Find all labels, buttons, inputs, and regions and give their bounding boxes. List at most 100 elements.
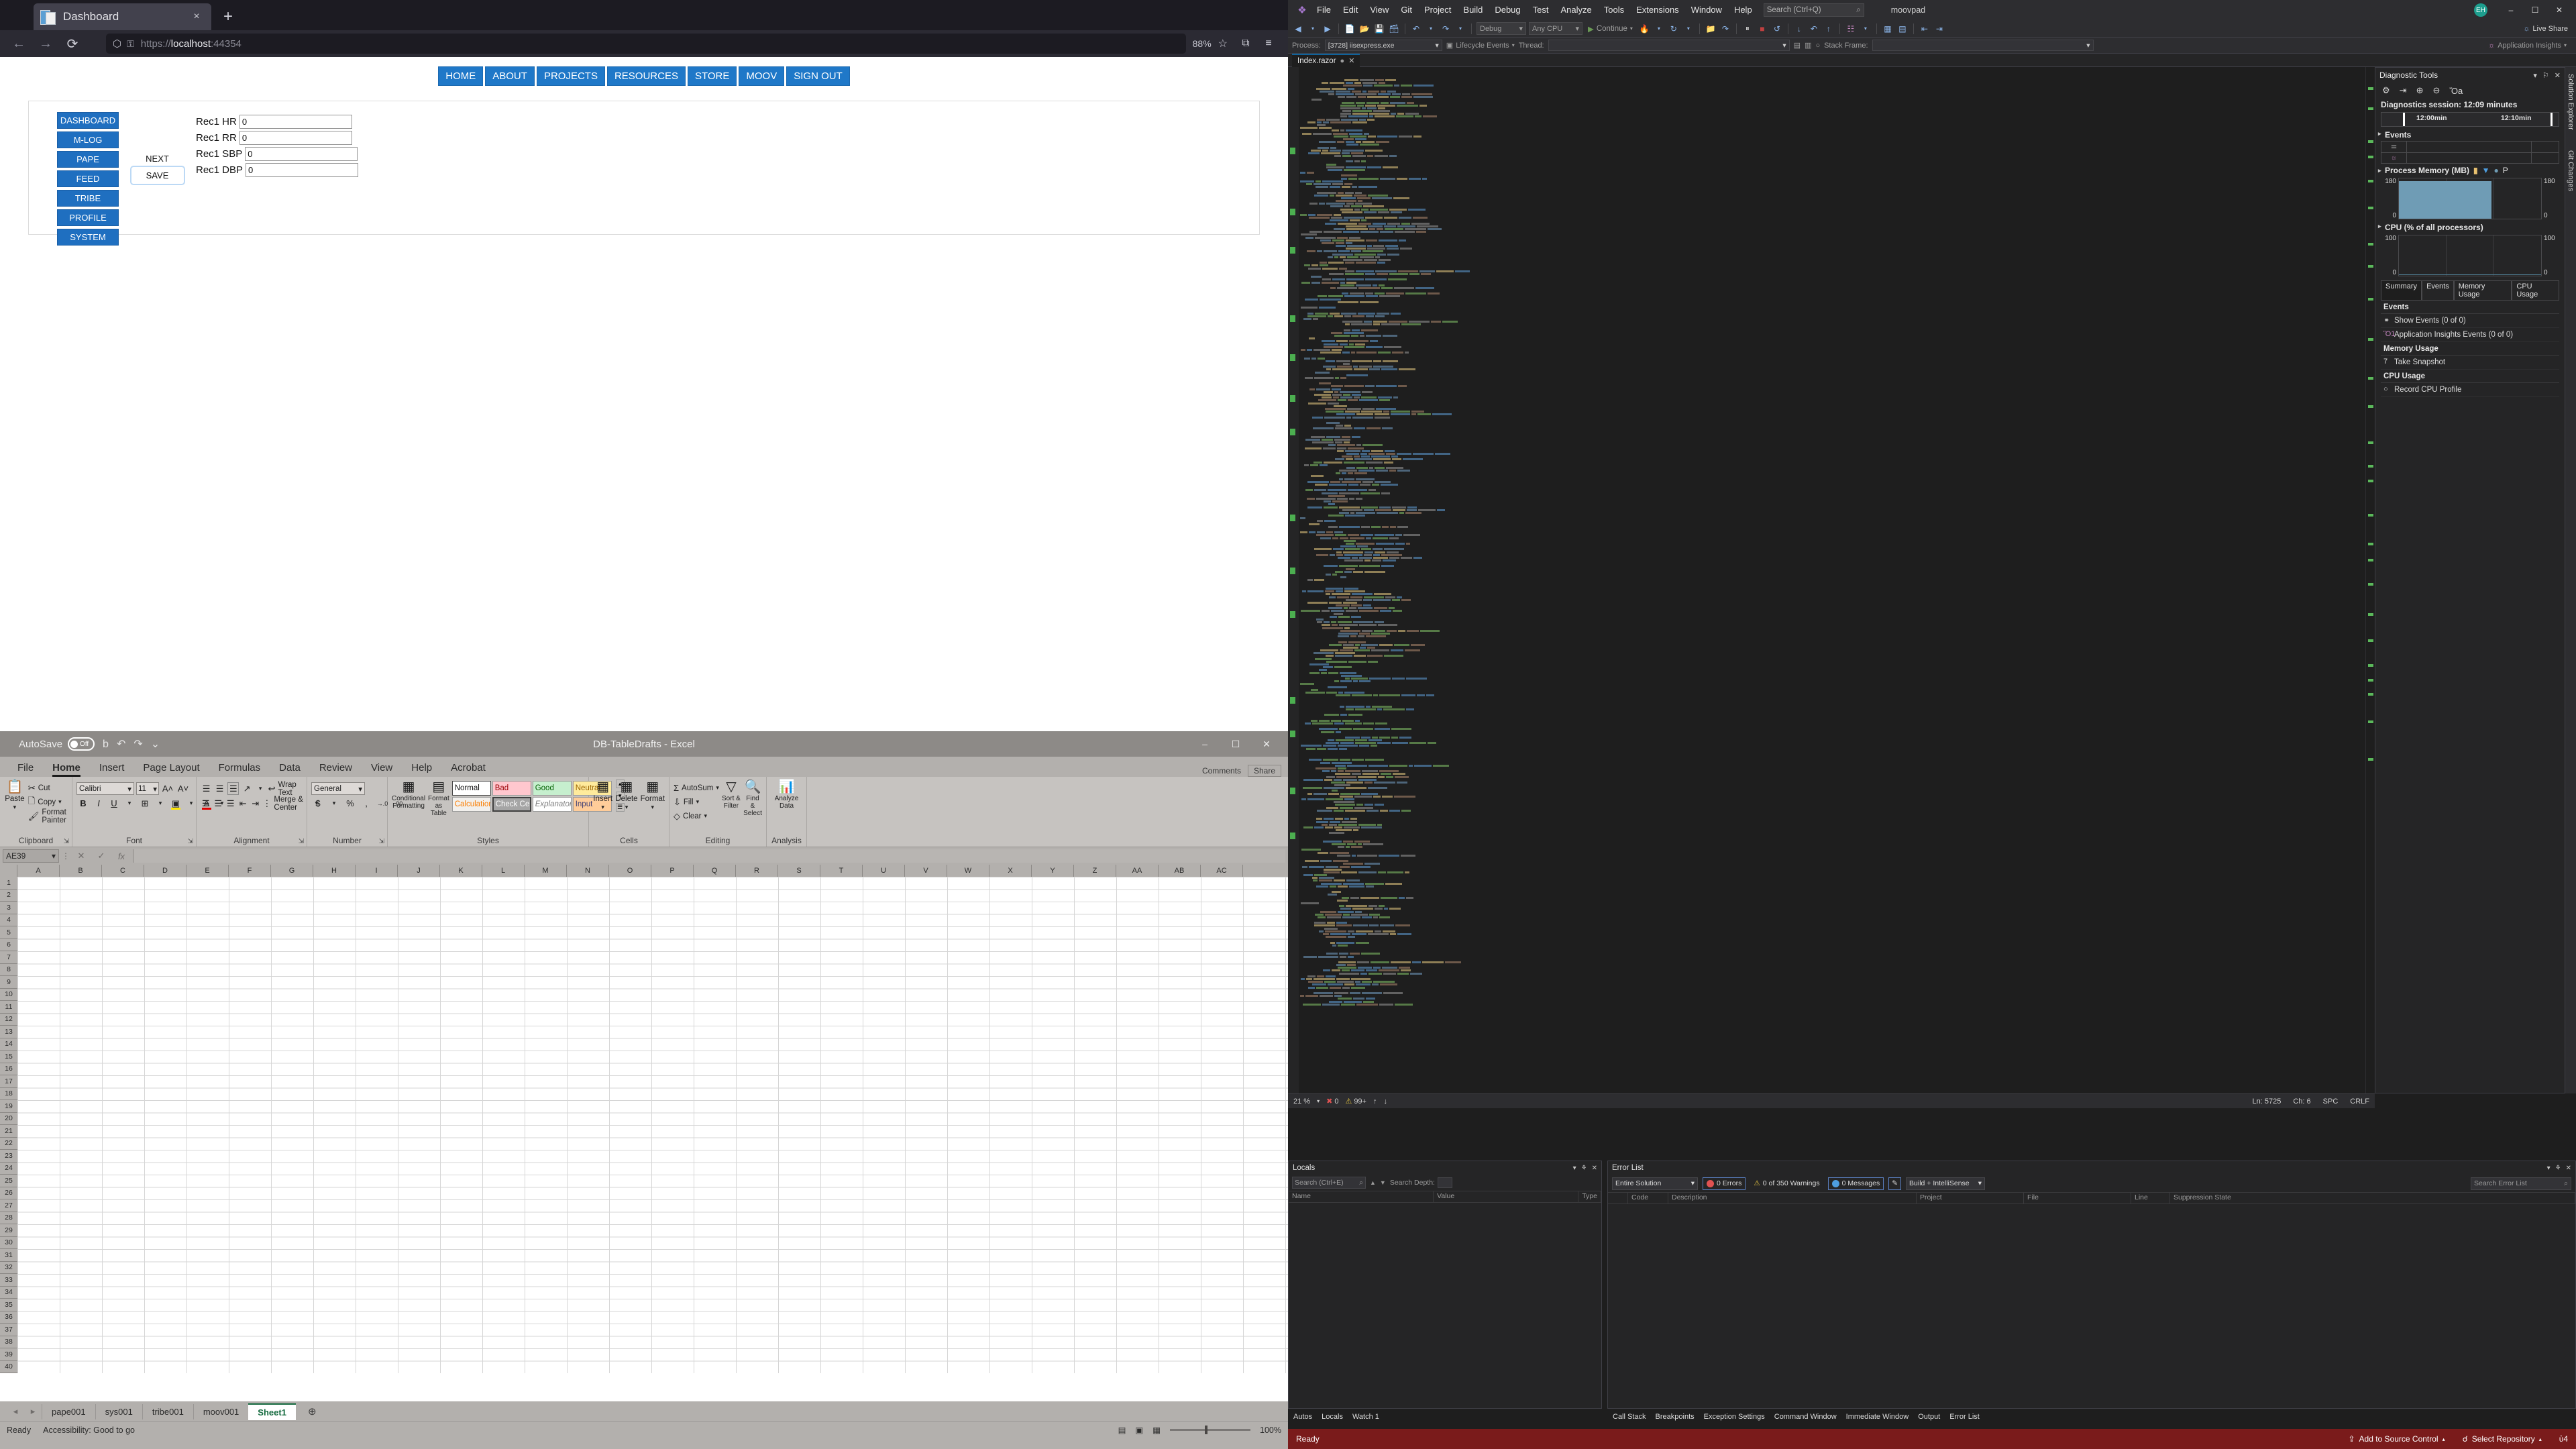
- column-header-s[interactable]: S: [778, 865, 820, 877]
- column-header-p[interactable]: P: [651, 865, 694, 877]
- step-over-icon[interactable]: ↷: [1719, 22, 1731, 36]
- row-header-4[interactable]: 4: [0, 914, 17, 927]
- row-header-7[interactable]: 7: [0, 951, 17, 964]
- column-header-z[interactable]: Z: [1074, 865, 1116, 877]
- menu-extensions[interactable]: Extensions: [1630, 0, 1685, 20]
- name-box[interactable]: AE39 ▾: [3, 849, 59, 863]
- row-header-15[interactable]: 15: [0, 1051, 17, 1063]
- editor-vertical-scrollbar[interactable]: [2365, 67, 2375, 1093]
- indentation-mode[interactable]: SPC: [2323, 1097, 2339, 1106]
- accept-formula-icon[interactable]: ✓: [93, 851, 110, 861]
- locals-col-name[interactable]: Name: [1289, 1191, 1434, 1202]
- style-bad[interactable]: Bad: [492, 781, 531, 796]
- align-right-icon[interactable]: ☰: [225, 797, 235, 810]
- chevron-down-icon[interactable]: ▾: [1653, 22, 1665, 36]
- lifecycle-events-button[interactable]: ▣ Lifecycle Events ▾: [1446, 41, 1515, 50]
- row-header-36[interactable]: 36: [0, 1311, 17, 1324]
- column-header-ac[interactable]: AC: [1201, 865, 1243, 877]
- chevron-down-icon[interactable]: ▾: [601, 804, 604, 811]
- notifications-bell-icon[interactable]: ὑ4: [2559, 1434, 2568, 1444]
- step-out-icon[interactable]: ↑: [1823, 22, 1835, 36]
- summary-item-app-insights-events[interactable]: Ὂ1 Application Insights Events (0 of 0): [2381, 328, 2559, 342]
- build-filter-select[interactable]: Build + IntelliSense ▾: [1906, 1177, 1985, 1190]
- menu-analyze[interactable]: Analyze: [1554, 0, 1597, 20]
- new-project-icon[interactable]: 📄: [1344, 22, 1356, 36]
- tab-data[interactable]: Data: [270, 761, 310, 777]
- stop-debugging-icon[interactable]: ■: [1756, 22, 1768, 36]
- avatar[interactable]: EH: [2474, 3, 2487, 17]
- column-header-m[interactable]: M: [525, 865, 567, 877]
- style-check-cell[interactable]: Check Cell: [492, 797, 531, 812]
- column-header-l[interactable]: L: [482, 865, 525, 877]
- pin-icon[interactable]: ⚐: [2542, 71, 2549, 80]
- row-header-5[interactable]: 5: [0, 926, 17, 939]
- tab-call-stack[interactable]: Call Stack: [1613, 1413, 1646, 1421]
- thread-icon[interactable]: ☷: [1845, 22, 1857, 36]
- chevron-down-icon[interactable]: ▾: [1682, 22, 1695, 36]
- minimize-icon[interactable]: –: [2500, 5, 2522, 15]
- decrease-indent-icon[interactable]: ⇤: [1919, 22, 1931, 36]
- percent-icon[interactable]: %: [343, 797, 357, 810]
- sidebar-item-pape[interactable]: PAPE: [57, 151, 119, 168]
- decrease-indent-icon[interactable]: ⇤: [237, 797, 248, 810]
- tab-home[interactable]: Home: [43, 761, 90, 777]
- error-list-search-input[interactable]: Search Error List ⌕: [2471, 1177, 2571, 1190]
- nav-resources[interactable]: RESOURCES: [607, 66, 686, 86]
- column-header-a[interactable]: A: [17, 865, 60, 877]
- redo-icon[interactable]: ↷: [1440, 22, 1452, 36]
- column-header-y[interactable]: Y: [1032, 865, 1074, 877]
- row-header-21[interactable]: 21: [0, 1125, 17, 1138]
- messages-filter-button[interactable]: 0 Messages: [1828, 1177, 1884, 1190]
- sidebar-item-system[interactable]: SYSTEM: [57, 229, 119, 246]
- status-accessibility[interactable]: Accessibility: Good to go: [43, 1426, 135, 1435]
- reload-icon[interactable]: ⟳: [59, 33, 86, 54]
- row-header-28[interactable]: 28: [0, 1212, 17, 1225]
- sheet-prev-icon[interactable]: ◂: [7, 1406, 24, 1417]
- error-list-col-sort[interactable]: [1608, 1193, 1628, 1203]
- row-header-35[interactable]: 35: [0, 1299, 17, 1311]
- tab-view[interactable]: View: [362, 761, 402, 777]
- conditional-formatting-button[interactable]: ▦ Conditional Formatting: [392, 780, 425, 810]
- summary-item-take-snapshot[interactable]: ὏7 Take Snapshot: [2381, 356, 2559, 370]
- format-cells-button[interactable]: ▦ Format ▾: [641, 780, 665, 811]
- memory-section-header[interactable]: Process Memory (MB) ▮ ▼ ● P: [2375, 164, 2565, 176]
- select-repository-button[interactable]: ☌ Select Repository ▴: [2463, 1434, 2542, 1444]
- sidebar-item-tribe[interactable]: TRIBE: [57, 190, 119, 207]
- dt-tab-memory-usage[interactable]: Memory Usage: [2454, 280, 2512, 301]
- row-header-2[interactable]: 2: [0, 890, 17, 902]
- row-header-16[interactable]: 16: [0, 1063, 17, 1076]
- forward-icon[interactable]: →: [32, 33, 59, 54]
- tab-formulas[interactable]: Formulas: [209, 761, 270, 777]
- row-header-40[interactable]: 40: [0, 1361, 17, 1374]
- close-icon[interactable]: ✕: [1592, 1165, 1597, 1172]
- orientation-icon[interactable]: ↗: [241, 782, 252, 795]
- chevron-down-icon[interactable]: ▾: [625, 804, 629, 811]
- number-format-select[interactable]: General ▾: [311, 782, 365, 795]
- maximize-icon[interactable]: ☐: [2524, 5, 2546, 15]
- tab-review[interactable]: Review: [310, 761, 362, 777]
- nav-sign-out[interactable]: SIGN OUT: [786, 66, 850, 86]
- editor-zoom[interactable]: 21 %: [1293, 1097, 1310, 1106]
- style-calculation[interactable]: Calculation: [452, 797, 491, 812]
- error-list-col-line[interactable]: Line: [2131, 1193, 2170, 1203]
- menu-edit[interactable]: Edit: [1337, 0, 1364, 20]
- nav-store[interactable]: STORE: [688, 66, 737, 86]
- add-to-source-control-button[interactable]: ⇪ Add to Source Control ▴: [2348, 1434, 2445, 1444]
- chevron-down-icon[interactable]: ▾: [255, 782, 266, 795]
- column-header-aa[interactable]: AA: [1116, 865, 1159, 877]
- sheet-tab-sheet1[interactable]: Sheet1: [248, 1403, 296, 1420]
- row-header-32[interactable]: 32: [0, 1262, 17, 1275]
- analyze-data-button[interactable]: 📊 Analyze Data: [771, 780, 802, 810]
- tab-autos[interactable]: Autos: [1293, 1413, 1312, 1421]
- sidebar-item-m-log[interactable]: M-LOG: [57, 131, 119, 148]
- chevron-down-icon[interactable]: ▾: [1860, 22, 1872, 36]
- paste-button[interactable]: 📋 Paste ▾: [4, 780, 25, 811]
- open-file-icon[interactable]: 📂: [1358, 22, 1371, 36]
- column-header-g[interactable]: G: [271, 865, 313, 877]
- live-share-button[interactable]: ☼ Live Share: [2523, 25, 2568, 33]
- style-explanatory[interactable]: Explanatory ...: [533, 797, 572, 812]
- page-break-view-icon[interactable]: ▦: [1152, 1425, 1161, 1435]
- warnings-filter-button[interactable]: ⚠ 0 of 350 Warnings: [1750, 1177, 1823, 1190]
- zoom-in-icon[interactable]: ⊕: [2416, 85, 2424, 96]
- row-header-23[interactable]: 23: [0, 1150, 17, 1163]
